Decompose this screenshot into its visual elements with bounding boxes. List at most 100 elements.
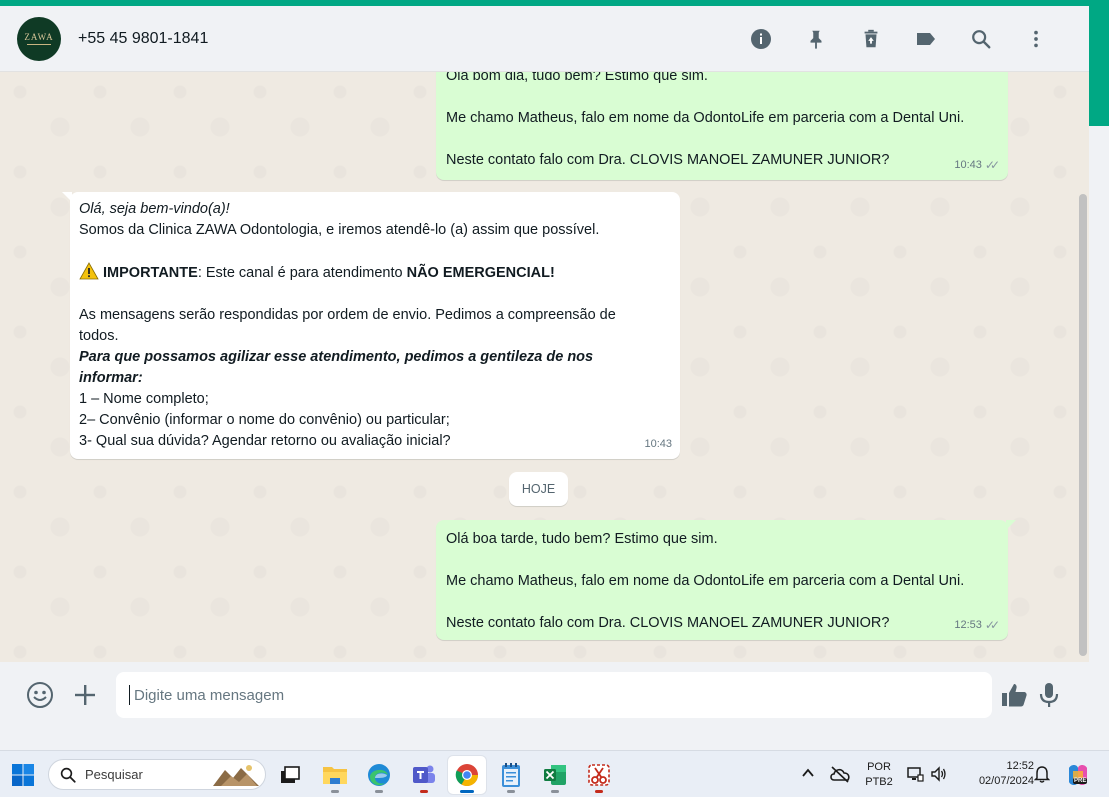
running-indicator (507, 790, 515, 793)
important-label: IMPORTANTE (103, 265, 198, 281)
running-indicator (551, 790, 559, 793)
task-view-icon (281, 766, 300, 783)
running-indicator (420, 790, 428, 793)
keyboard-layout: PTB2 (865, 776, 893, 788)
search-highlight-image-icon (213, 765, 259, 786)
incoming-message[interactable]: Olá, seja bem-vindo(a)! Somos da Clinica… (62, 192, 680, 459)
info-icon[interactable] (733, 19, 788, 59)
windows-taskbar: Pesquisar POR PTB2 12:52 02/07/2024 PRE (0, 750, 1109, 797)
message-line: Me chamo Matheus, falo em nome da Odonto… (446, 110, 965, 126)
chat-window: ZAWA +55 45 9801-1841 Olá bom dia, tudo … (0, 6, 1089, 728)
message-line (446, 129, 998, 150)
outgoing-message[interactable]: Olá bom dia, tudo bem? Estimo que sim. M… (436, 58, 1008, 180)
clock[interactable]: 12:52 02/07/2024 (958, 759, 1034, 789)
clock-date: 02/07/2024 (978, 775, 1034, 787)
input-language[interactable]: POR PTB2 (862, 760, 896, 790)
running-indicator (375, 790, 383, 793)
taskbar-chrome[interactable] (448, 756, 486, 794)
search-icon (60, 767, 76, 783)
windows-logo-icon (12, 764, 34, 786)
emoji-icon[interactable] (17, 672, 63, 718)
copilot-icon (1069, 765, 1087, 785)
taskbar-edge[interactable] (360, 756, 398, 794)
search-icon[interactable] (953, 19, 1008, 59)
taskbar-search-label: Pesquisar (85, 767, 143, 782)
edge-browser-icon (368, 764, 390, 786)
chevron-up-icon (802, 768, 814, 777)
message-meta: 12:53 ✓✓ (954, 615, 1000, 636)
taskbar-excel[interactable] (536, 756, 574, 794)
start-button[interactable] (4, 756, 42, 794)
message-composer (0, 662, 1089, 728)
order-line: As mensagens serão respondidas por ordem… (79, 307, 616, 323)
contact-avatar[interactable]: ZAWA (17, 16, 61, 61)
avatar-logo-line (27, 44, 51, 45)
language-code: POR (867, 761, 891, 773)
background-accent (1089, 6, 1109, 126)
important-line: IMPORTANTE: Este canal é para atendiment… (79, 262, 671, 284)
menu-icon[interactable] (1008, 19, 1063, 59)
taskbar-notepad[interactable] (492, 756, 530, 794)
message-line (446, 550, 998, 571)
chat-scrollbar[interactable] (1079, 194, 1087, 656)
greeting-line: Olá, seja bem-vindo(a)! (79, 201, 230, 217)
list-item: 2– Convênio (informar o nome do convênio… (79, 412, 450, 428)
intro-line: Somos da Clinica ZAWA Odontologia, e ire… (79, 222, 600, 238)
notepad-icon (502, 763, 520, 787)
order-line: todos. (79, 328, 119, 344)
task-view-button[interactable] (271, 756, 309, 794)
chat-header[interactable]: ZAWA +55 45 9801-1841 (0, 6, 1089, 72)
message-line: Olá boa tarde, tudo bem? Estimo que sim. (446, 531, 718, 547)
message-line: Neste contato falo com Dra. CLOVIS MANOE… (446, 615, 890, 631)
running-indicator (331, 790, 339, 793)
network-volume-group[interactable] (906, 765, 948, 783)
warning-icon (79, 262, 103, 281)
text-caret (129, 685, 130, 705)
double-check-icon: ✓✓ (984, 158, 1000, 172)
label-icon[interactable] (898, 19, 953, 59)
copilot-button[interactable]: PRE (1065, 762, 1091, 788)
day-separator: HOJE (509, 472, 568, 506)
background-panel (1089, 126, 1109, 748)
taskbar-teams[interactable] (405, 756, 443, 794)
message-line: Me chamo Matheus, falo em nome da Odonto… (446, 573, 965, 589)
bubble-tail (1006, 520, 1016, 530)
cloud-offline-icon (830, 766, 850, 783)
attach-plus-icon[interactable] (62, 672, 108, 718)
delete-icon[interactable] (843, 19, 898, 59)
snipping-tool-icon (588, 764, 610, 786)
request-line: informar: (79, 370, 143, 386)
onedrive-status[interactable] (829, 765, 851, 788)
show-hidden-icons[interactable] (800, 765, 816, 786)
outgoing-message[interactable]: Olá boa tarde, tudo bem? Estimo que sim.… (436, 520, 1016, 640)
taskbar-file-explorer[interactable] (316, 756, 354, 794)
excel-icon (544, 765, 566, 785)
message-line (446, 592, 998, 613)
important-text: : Este canal é para atendimento (197, 265, 407, 281)
message-line: Neste contato falo com Dra. CLOVIS MANOE… (446, 152, 890, 168)
folder-icon (323, 767, 347, 784)
network-icon (907, 767, 924, 782)
avatar-logo-text: ZAWA (24, 32, 54, 42)
bubble-tail (62, 192, 72, 202)
taskbar-snipping-tool[interactable] (580, 756, 618, 794)
pin-icon[interactable] (788, 19, 843, 59)
contact-name[interactable]: +55 45 9801-1841 (78, 30, 208, 48)
list-item: 1 – Nome completo; (79, 391, 209, 407)
chrome-icon (455, 764, 478, 786)
notifications-button[interactable] (1033, 765, 1051, 788)
message-meta: 10:43 ✓✓ (954, 155, 1000, 176)
bell-icon (1033, 766, 1051, 783)
active-indicator (460, 790, 474, 793)
header-actions (733, 6, 1063, 72)
message-line (446, 87, 998, 108)
double-check-icon: ✓✓ (984, 618, 1000, 632)
message-input[interactable] (116, 672, 992, 718)
microphone-icon[interactable] (1026, 672, 1072, 718)
message-time: 10:43 (954, 159, 982, 171)
clock-time: 12:52 (1006, 760, 1034, 772)
taskbar-search[interactable]: Pesquisar (48, 759, 266, 790)
message-meta: 10:43 (644, 434, 672, 455)
volume-icon (931, 766, 946, 782)
